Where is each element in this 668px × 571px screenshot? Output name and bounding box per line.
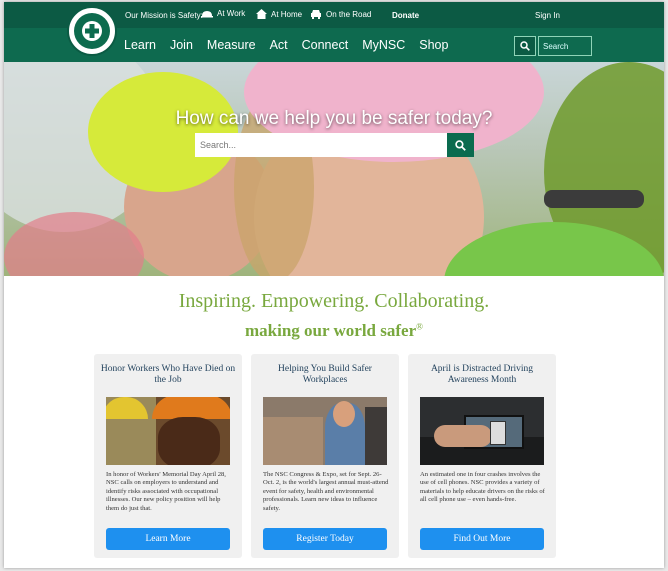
register-today-button[interactable]: Register Today [263,528,387,550]
nav-measure[interactable]: Measure [207,38,256,52]
card-text: The NSC Congress & Expo, set for Sept. 2… [263,471,389,512]
card-title: April is Distracted Driving Awareness Mo… [430,364,534,386]
yellow-helmet [88,72,238,192]
nsc-logo[interactable] [67,6,117,56]
nav-search-input[interactable]: Search [538,36,592,56]
card-title: Helping You Build Safer Workplaces [278,364,372,386]
nav-items: Learn Join Measure Act Connect MyNSC Sho… [124,38,462,52]
audience-right [365,407,387,465]
learn-more-button[interactable]: Learn More [106,528,230,550]
sign-in-link[interactable]: Sign In [535,11,560,20]
on-the-road-link[interactable]: On the Road [310,9,371,19]
handlebar [544,190,644,208]
hand [434,425,492,447]
card-image-workers[interactable] [106,397,230,465]
presenter-face [333,401,355,427]
nav-act[interactable]: Act [270,38,288,52]
nav-join[interactable]: Join [170,38,193,52]
at-home-link[interactable]: At Home [256,9,302,19]
registered-mark: ® [416,321,423,332]
hero-search-input[interactable]: Search... [195,133,447,157]
search-icon [455,139,466,151]
feature-card-workers: Honor Workers Who Have Died on the Job I… [94,354,242,558]
at-work-label: At Work [217,9,246,18]
orange-hardhat [152,397,230,419]
mission-text: Our Mission is Safety: [125,11,203,20]
worker-face [158,417,220,465]
page: Our Mission is Safety: At Work At Home O… [4,2,664,568]
phone [490,421,506,445]
tagline-secondary-text: making our world safer [245,321,417,340]
card-text: In honor of Workers' Memorial Day April … [106,471,226,512]
on-the-road-label: On the Road [326,9,372,19]
audience-left [263,417,323,465]
nav-search-button[interactable] [514,36,536,56]
search-icon [520,41,530,51]
green-cross-icon [82,21,102,41]
tagline-secondary: making our world safer® [4,321,664,341]
car-icon [311,10,321,19]
hero-search-button[interactable] [447,133,474,157]
feature-card-distracted: April is Distracted Driving Awareness Mo… [408,354,556,558]
home-icon [256,9,267,19]
find-out-more-button[interactable]: Find Out More [420,528,544,550]
feature-card-congress: Helping You Build Safer Workplaces The N… [251,354,399,558]
at-work-link[interactable]: At Work [201,9,245,18]
tagline-primary: Inspiring. Empowering. Collaborating. [178,290,490,312]
at-home-label: At Home [271,9,303,19]
card-title: Honor Workers Who Have Died on the Job [100,364,236,386]
nav-shop[interactable]: Shop [419,38,448,52]
hardhat-icon [201,11,213,18]
nav-mynsc[interactable]: MyNSC [362,38,405,52]
hero-banner [4,62,664,276]
card-image-congress[interactable] [263,397,387,465]
card-image-distracted[interactable] [420,397,544,465]
nav-learn[interactable]: Learn [124,38,156,52]
nav-connect[interactable]: Connect [302,38,349,52]
donate-link[interactable]: Donate [392,11,419,20]
card-text: An estimated one in four crashes involve… [420,471,545,504]
hero-title: How can we help you be safer today? [175,108,493,129]
